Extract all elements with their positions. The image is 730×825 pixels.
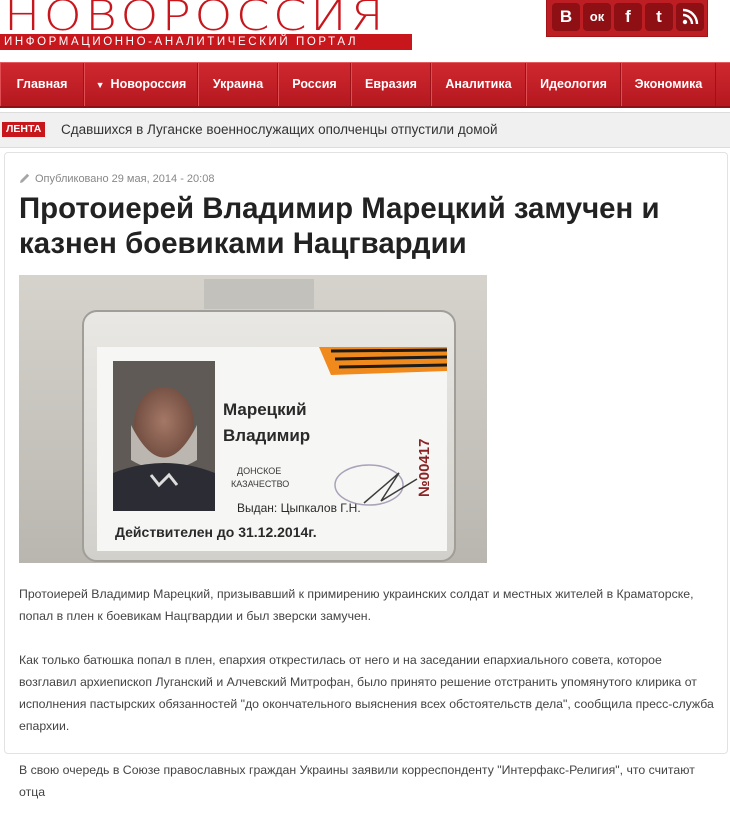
nav-item-economics[interactable]: Экономика xyxy=(621,63,716,106)
card-issued: Выдан: Цыпкалов Г.Н. xyxy=(237,501,361,515)
nav-item-eurasia[interactable]: Евразия xyxy=(351,63,431,106)
article-meta: Опубликовано 29 мая, 2014 - 20:08 xyxy=(19,172,214,186)
pencil-icon xyxy=(20,173,30,183)
article-paragraph: Как только батюшка попал в плен, епархия… xyxy=(19,653,714,733)
publish-date: Опубликовано 29 мая, 2014 - 20:08 xyxy=(35,173,215,185)
id-card-image: Марецкий Владимир ДОНСКОЕ КАЗАЧЕСТВО Выд… xyxy=(19,275,487,563)
ticker-badge: ЛЕНТА xyxy=(2,122,46,137)
odnoklassniki-glyph: ок xyxy=(589,9,605,24)
chevron-down-icon: ▼ xyxy=(95,80,105,90)
nav-item-ukraine[interactable]: Украина xyxy=(198,63,278,106)
nav-item-russia[interactable]: Россия xyxy=(278,63,351,106)
nav-label: Главная xyxy=(16,77,68,91)
card-name: Владимир xyxy=(223,426,310,445)
nav-item-home[interactable]: Главная xyxy=(0,63,84,106)
card-org-line2: КАЗАЧЕСТВО xyxy=(231,479,289,489)
nav-label: Аналитика xyxy=(445,77,512,91)
vk-icon[interactable]: В xyxy=(552,3,580,31)
nav-label: Экономика xyxy=(634,77,703,91)
main-nav: Главная ▼ Новороссия Украина Россия Евраз… xyxy=(0,62,730,108)
twitter-icon[interactable]: t xyxy=(645,3,673,31)
logo-subtitle: ИНФОРМАЦИОННО-АНАЛИТИЧЕСКИЙ ПОРТАЛ xyxy=(4,36,359,48)
nav-label: Украина xyxy=(212,77,264,91)
odnoklassniki-icon[interactable]: ок xyxy=(583,3,611,31)
article-paragraph: Протоиерей Владимир Марецкий, призывавши… xyxy=(19,587,694,623)
facebook-icon[interactable]: f xyxy=(614,3,642,31)
vk-glyph: В xyxy=(559,7,573,26)
card-org-line1: ДОНСКОЕ xyxy=(237,466,281,476)
twitter-glyph: t xyxy=(656,7,662,26)
article: Опубликовано 29 мая, 2014 - 20:08 Протои… xyxy=(4,152,728,799)
social-links: В ок f t xyxy=(546,0,708,37)
card-valid: Действителен до 31.12.2014г. xyxy=(115,524,317,540)
nav-item-analytics[interactable]: Аналитика xyxy=(431,63,526,106)
nav-item-novorossiya[interactable]: ▼ Новороссия xyxy=(84,63,198,106)
card-surname: Марецкий xyxy=(223,400,307,419)
ticker-headline[interactable]: Сдавшихся в Луганске военнослужащих опол… xyxy=(61,122,498,138)
card-number: №00417 xyxy=(416,439,433,497)
facebook-glyph: f xyxy=(625,7,631,26)
article-body: Протоиерей Владимир Марецкий, призывавши… xyxy=(19,583,715,825)
site-header: НОВОРОССИЯ ИНФОРМАЦИОННО-АНАЛИТИЧЕСКИЙ П… xyxy=(0,0,730,62)
article-photo: Марецкий Владимир ДОНСКОЕ КАЗАЧЕСТВО Выд… xyxy=(19,275,487,563)
nav-label: Идеология xyxy=(540,77,607,91)
article-title: Протоиерей Владимир Марецкий замучен и к… xyxy=(19,192,660,260)
rss-icon[interactable] xyxy=(676,3,704,31)
rss-glyph xyxy=(682,8,699,25)
nav-label: Новороссия xyxy=(110,77,187,91)
nav-label: Россия xyxy=(292,77,337,91)
news-ticker: ЛЕНТА Сдавшихся в Луганске военнослужащи… xyxy=(0,112,730,148)
nav-item-ideology[interactable]: Идеология xyxy=(526,63,621,106)
article-paragraph: В свою очередь в Союзе православных граж… xyxy=(19,763,695,799)
nav-label: Евразия xyxy=(365,77,417,91)
